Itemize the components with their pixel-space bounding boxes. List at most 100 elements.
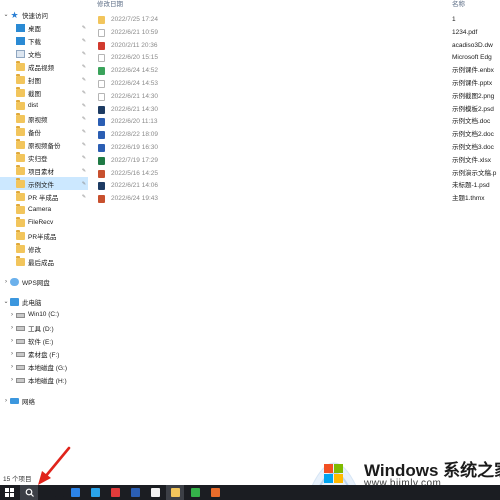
file-row[interactable]: 2022/7/19 17:29 示例文件.xlsx xyxy=(89,155,500,167)
file-row[interactable]: 2020/2/11 20:36 acadiso3D.dw xyxy=(89,40,500,52)
nav-item-18[interactable]: 修改 xyxy=(0,242,88,255)
nav-item-6[interactable]: 截图 ✎ xyxy=(0,86,88,99)
nav-item-19[interactable]: 最后成品 xyxy=(0,255,88,268)
expand-chevron-icon[interactable]: ⌄ xyxy=(2,298,10,305)
nav-item-24[interactable]: › 软件 (E:) xyxy=(0,334,88,347)
pin-icon: ✎ xyxy=(81,76,87,83)
nav-item-4[interactable]: 成品视频 ✎ xyxy=(0,60,88,73)
nav-item-14[interactable]: PR 半成品 ✎ xyxy=(0,190,88,203)
file-row[interactable]: 2022/6/21 14:30 示例截图2.png xyxy=(89,91,500,103)
file-name: 示例模板2.psd xyxy=(452,105,494,113)
cloud-icon xyxy=(10,277,19,286)
expand-chevron-icon[interactable]: › xyxy=(8,364,16,370)
nav-item-11[interactable]: 实归登 ✎ xyxy=(0,151,88,164)
folder-icon xyxy=(16,151,25,162)
file-modified-date: 2022/5/16 14:25 xyxy=(111,169,158,177)
file-row[interactable]: 2022/6/24 14:52 示例课件.enbx xyxy=(89,65,500,77)
pin-icon: ✎ xyxy=(81,63,87,70)
nav-item-16[interactable]: FileRecv xyxy=(0,216,88,229)
expand-chevron-icon[interactable]: › xyxy=(8,312,16,318)
nav-item-20[interactable]: › WPS网盘 xyxy=(0,275,88,288)
folder-icon xyxy=(16,60,25,71)
folder-icon xyxy=(16,203,25,214)
drive-icon xyxy=(16,313,25,318)
nav-item-1[interactable]: 桌面 ✎ xyxy=(0,21,88,34)
word-icon xyxy=(98,131,105,140)
folder-icon xyxy=(16,229,25,240)
file-row[interactable]: 2022/7/25 17:24 1 xyxy=(89,14,500,26)
nav-item-label: 最后成品 xyxy=(28,259,54,267)
expand-chevron-icon[interactable]: › xyxy=(8,325,16,331)
folder-icon xyxy=(98,16,105,24)
drive-icon xyxy=(16,326,25,331)
nav-item-25[interactable]: › 素材盘 (F:) xyxy=(0,347,88,360)
enbx-icon xyxy=(98,67,105,76)
folder-icon xyxy=(16,138,25,149)
blank-file-icon xyxy=(98,92,105,101)
column-header-name[interactable]: 名称 xyxy=(452,0,465,10)
nav-item-26[interactable]: › 本地磁盘 (G:) xyxy=(0,360,88,373)
taskbar-item-app-red-icon[interactable] xyxy=(106,485,124,500)
nav-item-3[interactable]: 文档 ✎ xyxy=(0,47,88,60)
taskbar-item-app-blue-icon[interactable] xyxy=(66,485,84,500)
nav-item-9[interactable]: 备份 ✎ xyxy=(0,125,88,138)
file-row[interactable]: 2022/6/24 14:53 示例课件.pptx xyxy=(89,78,500,90)
file-modified-date: 2022/7/19 17:29 xyxy=(111,156,158,164)
file-explorer-icon xyxy=(170,488,180,497)
nav-item-10[interactable]: 原视频备份 ✎ xyxy=(0,138,88,151)
nav-item-23[interactable]: › 工具 (D:) xyxy=(0,321,88,334)
ppt-icon xyxy=(98,169,105,178)
expand-chevron-icon[interactable]: › xyxy=(8,338,16,344)
nav-item-label: dist xyxy=(28,102,39,109)
expand-chevron-icon[interactable]: › xyxy=(8,351,16,357)
folder-icon xyxy=(16,112,25,123)
nav-item-7[interactable]: dist ✎ xyxy=(0,99,88,112)
file-name: 示例截图2.png xyxy=(452,92,495,100)
nav-item-21[interactable]: ⌄ 此电脑 xyxy=(0,295,88,308)
taskbar-item-start-icon[interactable] xyxy=(0,485,18,500)
file-modified-date: 2022/6/24 19:43 xyxy=(111,195,158,203)
expand-chevron-icon[interactable]: › xyxy=(2,279,10,285)
file-modified-date: 2022/6/24 14:52 xyxy=(111,67,158,75)
taskbar-item-app-green-icon[interactable] xyxy=(186,485,204,500)
column-header-date[interactable]: 修改日期 xyxy=(97,0,123,10)
expand-chevron-icon[interactable]: › xyxy=(8,377,16,383)
nav-item-27[interactable]: › 本地磁盘 (H:) xyxy=(0,373,88,386)
pin-icon: ✎ xyxy=(81,89,87,96)
nav-item-28[interactable]: › 网络 xyxy=(0,394,88,407)
nav-item-0[interactable]: ⌄ ★ 快速访问 xyxy=(0,8,88,21)
nav-item-8[interactable]: 原视频 ✎ xyxy=(0,112,88,125)
nav-item-2[interactable]: 下载 ✎ xyxy=(0,34,88,47)
file-row[interactable]: 2022/8/22 18:09 示例文档2.doc xyxy=(89,129,500,141)
taskbar-item-app-word-icon[interactable] xyxy=(126,485,144,500)
nav-item-label: 下载 xyxy=(28,38,41,46)
file-row[interactable]: 2022/6/21 10:59 1234.pdf xyxy=(89,27,500,39)
file-row[interactable]: 2022/6/24 19:43 主题1.thmx xyxy=(89,193,500,205)
nav-item-12[interactable]: 项目素材 ✎ xyxy=(0,164,88,177)
file-row[interactable]: 2022/6/21 14:30 示例模板2.psd xyxy=(89,104,500,116)
taskbar-item-search-icon[interactable] xyxy=(20,485,38,500)
taskbar-item-app-file-icon[interactable] xyxy=(146,485,164,500)
drive-icon xyxy=(16,365,25,370)
nav-item-17[interactable]: PR半成品 xyxy=(0,229,88,242)
file-row[interactable]: 2022/5/16 14:25 示例演示文稿.p xyxy=(89,168,500,180)
expand-chevron-icon[interactable]: ⌄ xyxy=(2,11,10,18)
file-row[interactable]: 2022/6/20 15:15 Microsoft Edg xyxy=(89,52,500,64)
taskbar-item-file-explorer-icon[interactable] xyxy=(166,485,184,500)
file-name: 主题1.thmx xyxy=(452,195,485,203)
nav-item-15[interactable]: Camera xyxy=(0,203,88,216)
nav-item-5[interactable]: 封图 ✎ xyxy=(0,73,88,86)
file-row[interactable]: 2022/6/19 16:30 示例文档3.doc xyxy=(89,142,500,154)
nav-item-13[interactable]: 示例文件 ✎ xyxy=(0,177,88,190)
nav-item-label: 工具 (D:) xyxy=(28,325,54,333)
taskbar-item-app-tencent-icon[interactable] xyxy=(86,485,104,500)
nav-item-label: 示例文件 xyxy=(28,181,54,189)
file-row[interactable]: 2022/6/20 11:13 示例文档.doc xyxy=(89,116,500,128)
pin-icon: ✎ xyxy=(81,102,87,109)
taskbar-item-app-orange-icon[interactable] xyxy=(206,485,224,500)
file-modified-date: 2022/6/24 14:53 xyxy=(111,80,158,87)
file-modified-date: 2022/6/21 10:59 xyxy=(111,28,158,36)
file-row[interactable]: 2022/6/21 14:06 未标题-1.psd xyxy=(89,180,500,192)
nav-item-22[interactable]: › Win10 (C:) xyxy=(0,308,88,321)
expand-chevron-icon[interactable]: › xyxy=(2,398,10,404)
